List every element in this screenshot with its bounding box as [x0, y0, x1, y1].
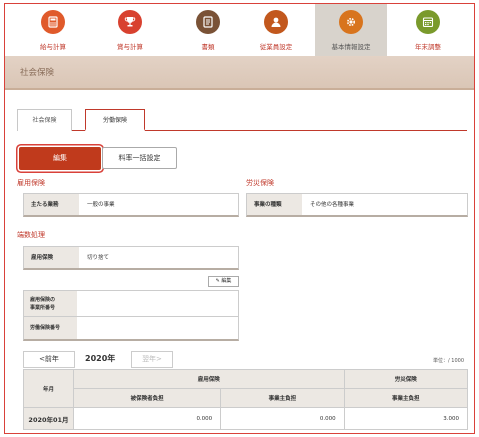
current-year: 2020年 [85, 354, 116, 363]
accident-business-type-row: 事業の種類 その他の各種事業 [246, 193, 468, 217]
page-title: 社会保険 [20, 68, 55, 78]
employment-office-number-value [77, 291, 238, 316]
field-value: 切り捨て [87, 255, 110, 261]
insurance-numbers-table: 雇用保険の 事業所番号 労働保険番号 [23, 290, 239, 341]
unit-note: 単位：/ 1000 [433, 358, 464, 364]
section-title-accident: 労災保険 [246, 179, 274, 187]
accident-rate-cell: 3.000 [343, 407, 469, 430]
field-label: 雇用保険 [24, 247, 79, 268]
person-icon [264, 10, 288, 34]
table-row: 2020年01月 0.000 0.000 3.000 [23, 407, 469, 430]
nav-item-employee-settings[interactable]: 従業員設定 [243, 4, 309, 56]
calculator-icon [41, 10, 65, 34]
numbers-edit-button[interactable]: ✎ 編集 [208, 276, 239, 287]
nav-label: 年末調整 [415, 43, 441, 51]
nav-label: 給与計算 [40, 43, 66, 51]
employment-main-business-row: 主たる業務 一般の事業 [23, 193, 239, 217]
document-icon [196, 10, 220, 34]
top-nav: 給与計算 賞与計算 書類 従業員設定 基本情報設定 年末調整 [5, 4, 474, 56]
nav-label: 基本情報設定 [331, 43, 371, 51]
nav-item-basic-settings[interactable]: 基本情報設定 [315, 4, 387, 56]
insured-rate-cell: 0.000 [72, 407, 222, 430]
employment-group-header: 雇用保険 [73, 369, 345, 389]
labor-insurance-number-value [77, 317, 238, 339]
tab-labor-insurance[interactable]: 労働保険 [85, 109, 145, 131]
bulk-rate-setting-button[interactable]: 料率一括設定 [102, 147, 177, 169]
nav-item-bonus[interactable]: 賞与計算 [97, 4, 163, 56]
nav-label: 賞与計算 [117, 43, 143, 51]
field-label: 主たる業務 [24, 194, 79, 215]
month-header: 年月 [23, 369, 74, 408]
field-label: 事業の種類 [247, 194, 302, 215]
edit-button[interactable]: 編集 [19, 147, 101, 170]
next-year-button[interactable]: 翌年> [131, 351, 173, 368]
mini-edit-label: 編集 [221, 278, 232, 284]
accident-employer-share-header: 事業主負担 [343, 388, 469, 408]
field-value: その他の各種事業 [310, 202, 355, 208]
employer-rate-cell: 0.000 [220, 407, 345, 430]
trophy-icon [118, 10, 142, 34]
tab-bar: 社会保険 労働保険 [17, 109, 467, 131]
rate-table: 年月 雇用保険 労災保険 被保険者負担 事業主負担 事業主負担 2020年01月… [23, 369, 469, 430]
nav-label: 書類 [201, 43, 215, 51]
accident-group-header: 労災保険 [343, 369, 469, 389]
tab-social-insurance[interactable]: 社会保険 [17, 109, 72, 131]
section-title-employment: 雇用保険 [17, 179, 45, 187]
insured-share-header: 被保険者負担 [72, 388, 222, 408]
nav-item-documents[interactable]: 書類 [175, 4, 241, 56]
section-title-rounding: 端数処理 [17, 231, 45, 239]
app-frame: 給与計算 賞与計算 書類 従業員設定 基本情報設定 年末調整 社会保険 社会保険… [4, 3, 475, 434]
rounding-employment-row: 雇用保険 切り捨て [23, 246, 239, 270]
nav-item-payroll[interactable]: 給与計算 [20, 4, 86, 56]
nav-label: 従業員設定 [259, 43, 293, 51]
field-label: 雇用保険の 事業所番号 [24, 291, 77, 316]
nav-item-year-end[interactable]: 年末調整 [395, 4, 461, 56]
month-cell: 2020年01月 [23, 407, 74, 430]
field-value: 一般の事業 [87, 202, 115, 208]
field-label: 労働保険番号 [24, 317, 77, 339]
gear-icon [339, 10, 363, 34]
prev-year-button[interactable]: <前年 [23, 351, 75, 368]
calendar-icon [416, 10, 440, 34]
title-band: 社会保険 [5, 56, 474, 90]
employer-share-header: 事業主負担 [220, 388, 345, 408]
